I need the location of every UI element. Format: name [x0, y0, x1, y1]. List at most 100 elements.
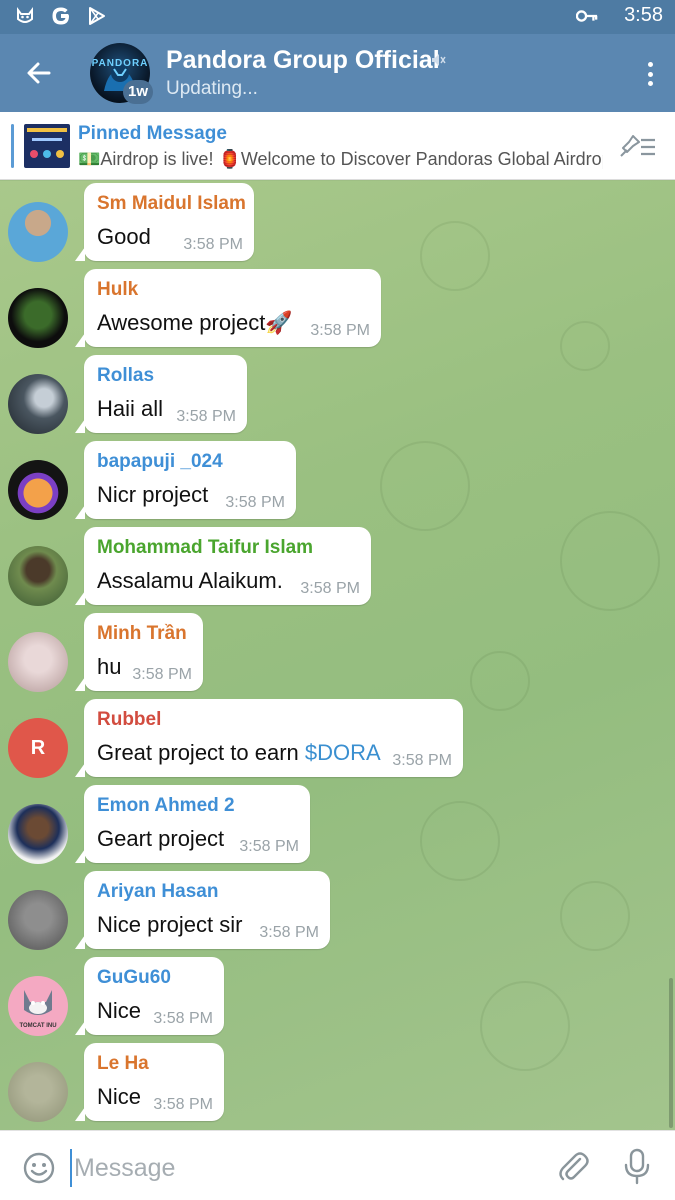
microphone-icon [624, 1148, 650, 1185]
paperclip-icon [559, 1152, 589, 1181]
message-input[interactable] [70, 1149, 540, 1187]
sender-name[interactable]: Hulk [97, 279, 138, 301]
status-bar: 3:58 [0, 0, 675, 34]
message-text: Assalamu Alaikum. [97, 568, 283, 593]
sender-avatar[interactable] [8, 890, 68, 950]
message-text: Geart project [97, 826, 225, 851]
message-time: 3:58 PM [225, 494, 285, 511]
chat-message[interactable]: Hulk Awesome project🚀 3:58 PM [0, 268, 675, 352]
emoji-button[interactable] [22, 1151, 56, 1185]
chat-message[interactable]: Sm Maidul Islam Good 3:58 PM [0, 182, 675, 266]
pinned-thumbnail [24, 124, 70, 168]
message-bubble[interactable]: Minh Trần hu 3:58 PM [75, 613, 203, 691]
chat-message[interactable]: TOMCAT INU GuGu60 Nice 3:58 PM [0, 956, 675, 1040]
last-seen-badge: 1w [123, 80, 154, 104]
sender-name[interactable]: Rollas [97, 365, 154, 387]
key-icon [576, 5, 598, 27]
pinned-indicator [11, 124, 14, 168]
pinned-list-button[interactable] [619, 132, 657, 160]
chat-scrollbar[interactable] [669, 978, 673, 1128]
sender-name[interactable]: Emon Ahmed 2 [97, 795, 235, 817]
message-time: 3:58 PM [392, 752, 452, 769]
sender-name[interactable]: Minh Trần [97, 623, 187, 645]
message-time: 3:58 PM [259, 924, 319, 941]
sender-avatar[interactable]: R [8, 718, 68, 778]
message-bubble[interactable]: Hulk Awesome project🚀 3:58 PM [75, 269, 381, 347]
chat-messages-area[interactable]: Sm Maidul Islam Good 3:58 PM Hulk Awesom… [0, 181, 675, 1130]
group-status: Updating... [166, 78, 258, 99]
sender-avatar[interactable] [8, 460, 68, 520]
chat-message[interactable]: R Rubbel Great project to earn $DORA 3:5… [0, 698, 675, 782]
message-bubble[interactable]: Ariyan Hasan Nice project sir 3:58 PM [75, 871, 330, 949]
chat-message[interactable]: Minh Trần hu 3:58 PM [0, 612, 675, 696]
more-vert-icon [647, 62, 653, 67]
message-text: Good [97, 224, 151, 249]
message-bubble[interactable]: Emon Ahmed 2 Geart project 3:58 PM [75, 785, 310, 863]
message-bubble[interactable]: GuGu60 Nice 3:58 PM [75, 957, 224, 1035]
status-time: 3:58 [624, 4, 663, 26]
chat-message[interactable]: Rollas Haii all 3:58 PM [0, 354, 675, 438]
message-bubble[interactable]: Mohammad Taifur Islam Assalamu Alaikum. … [75, 527, 371, 605]
message-time: 3:58 PM [183, 236, 243, 253]
message-input-bar [0, 1130, 675, 1200]
sender-name[interactable]: Sm Maidul Islam [97, 193, 246, 215]
message-text: Nice [97, 998, 142, 1023]
pinned-message-bar[interactable]: Pinned Message 💵Airdrop is live! 🏮Welcom… [0, 112, 675, 180]
message-time: 3:58 PM [239, 838, 299, 855]
attach-button[interactable] [556, 1149, 590, 1183]
sender-name[interactable]: Mohammad Taifur Islam [97, 537, 313, 559]
message-bubble[interactable]: Le Ha Nice 3:58 PM [75, 1043, 224, 1121]
group-title[interactable]: Pandora Group Official [166, 46, 440, 75]
sender-avatar[interactable]: TOMCAT INU [8, 976, 68, 1036]
sender-avatar[interactable] [8, 632, 68, 692]
sender-name[interactable]: bapapuji _024 [97, 451, 223, 473]
more-options-button[interactable] [643, 58, 657, 90]
cashtag-link[interactable]: $DORA [305, 740, 381, 765]
chat-message[interactable]: bapapuji _024 Nicr project 3:58 PM [0, 440, 675, 524]
sender-avatar[interactable] [8, 374, 68, 434]
message-bubble[interactable]: Sm Maidul Islam Good 3:58 PM [75, 183, 254, 261]
chat-message[interactable]: Le Ha Nice 3:58 PM [0, 1042, 675, 1126]
sender-name[interactable]: Le Ha [97, 1053, 149, 1075]
chat-header: PANDORA 1w Pandora Group Official Updati… [0, 34, 675, 112]
message-time: 3:58 PM [132, 666, 192, 683]
sender-name[interactable]: Ariyan Hasan [97, 881, 218, 903]
message-text: Nicr project [97, 482, 209, 507]
sender-name[interactable]: Rubbel [97, 709, 161, 731]
message-time: 3:58 PM [176, 408, 236, 425]
back-button[interactable] [20, 54, 58, 92]
sender-avatar[interactable] [8, 202, 68, 262]
message-text-prefix: Great project to earn [97, 740, 305, 765]
message-time: 3:58 PM [153, 1096, 213, 1113]
sender-avatar[interactable] [8, 1062, 68, 1122]
message-bubble[interactable]: Rollas Haii all 3:58 PM [75, 355, 247, 433]
sender-name[interactable]: GuGu60 [97, 967, 171, 989]
message-time: 3:58 PM [310, 322, 370, 339]
sender-avatar[interactable] [8, 288, 68, 348]
smiley-icon [23, 1152, 55, 1184]
message-text: Nice project sir [97, 912, 243, 937]
message-text: Nice [97, 1084, 142, 1109]
arrow-left-icon [27, 62, 51, 84]
message-text: Haii all [97, 396, 164, 421]
chat-message[interactable]: Ariyan Hasan Nice project sir 3:58 PM [0, 870, 675, 954]
group-avatar-logo: PANDORA [91, 58, 149, 69]
message-time: 3:58 PM [153, 1010, 213, 1027]
message-bubble[interactable]: bapapuji _024 Nicr project 3:58 PM [75, 441, 296, 519]
microphone-button[interactable] [620, 1147, 654, 1185]
chat-message[interactable]: Mohammad Taifur Islam Assalamu Alaikum. … [0, 526, 675, 610]
pin-list-icon [620, 135, 655, 157]
play-store-icon [86, 5, 108, 27]
message-text: Awesome project🚀 [97, 310, 293, 335]
google-g-icon [50, 5, 72, 27]
message-bubble[interactable]: Rubbel Great project to earn $DORA 3:58 … [75, 699, 463, 777]
avatar-caption: TOMCAT INU [19, 1023, 57, 1029]
cat-face-icon [14, 5, 36, 27]
mute-icon [432, 54, 446, 66]
message-text: Great project to earn $DORA [97, 740, 381, 766]
sender-avatar[interactable] [8, 546, 68, 606]
message-text: hu [97, 654, 122, 679]
chat-message[interactable]: Emon Ahmed 2 Geart project 3:58 PM [0, 784, 675, 868]
pinned-title: Pinned Message [78, 123, 227, 144]
sender-avatar[interactable] [8, 804, 68, 864]
